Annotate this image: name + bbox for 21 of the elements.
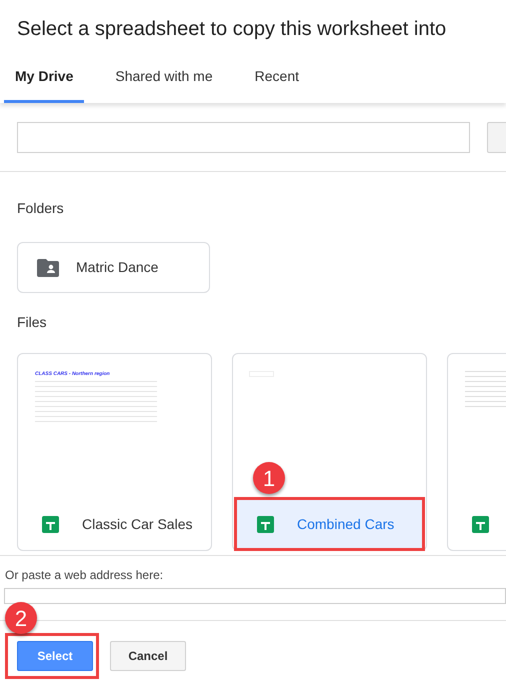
spreadsheet-icon <box>472 516 489 532</box>
folder-card[interactable]: Matric Dance <box>17 242 210 293</box>
file-name: Classic Car Sales <box>82 514 192 534</box>
url-label: Or paste a web address here: <box>4 567 164 584</box>
section-heading: Folders <box>16 199 65 218</box>
tab[interactable]: Recent <box>244 66 310 103</box>
cancel-button[interactable]: Cancel <box>110 641 186 671</box>
dialog-title: Select a spreadsheet to copy this worksheet into <box>16 17 448 42</box>
url-field[interactable] <box>4 588 506 604</box>
spreadsheet-icon <box>42 516 59 532</box>
tab[interactable]: My Drive <box>4 66 84 103</box>
step-badge: 1 <box>253 462 285 494</box>
file-card[interactable]: Combined Cars 1 <box>232 353 427 551</box>
tab[interactable]: Shared with me <box>104 66 224 103</box>
search-field[interactable] <box>17 122 470 152</box>
file-name: Combined Cars <box>297 514 394 534</box>
step-badge: 2 <box>5 602 37 634</box>
spreadsheet-icon <box>257 516 274 532</box>
section-heading: Files <box>16 313 48 332</box>
shared-folder-icon <box>37 258 59 276</box>
folder-name: Matric Dance <box>76 258 158 277</box>
